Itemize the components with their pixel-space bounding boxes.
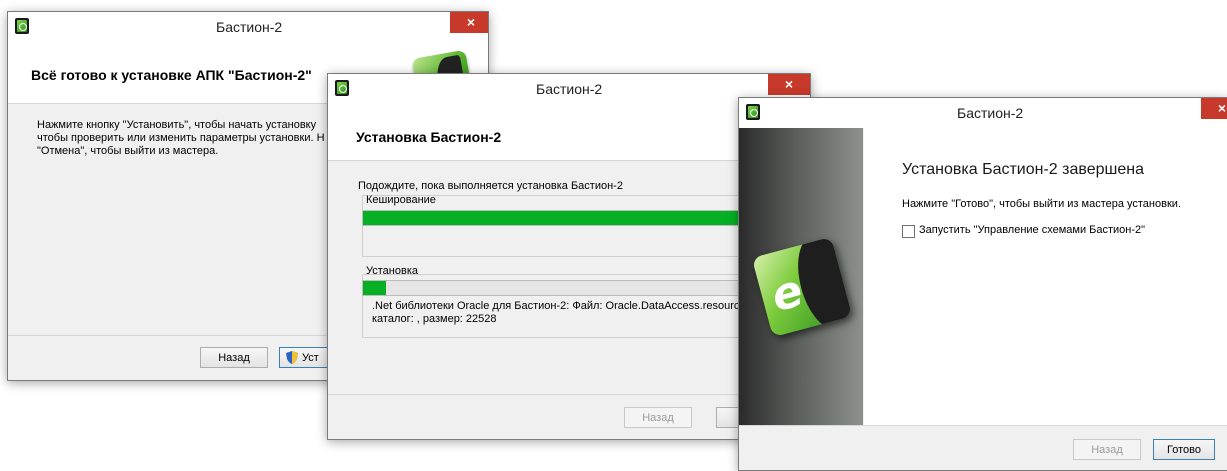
completion-text: Нажмите "Готово", чтобы выйти из мастера…: [902, 198, 1181, 210]
wizard-body: Нажмите кнопку "Установить", чтобы начат…: [37, 119, 337, 158]
body-text-line: Нажмите кнопку "Установить", чтобы начат…: [37, 119, 317, 131]
caching-label: Кеширование: [366, 194, 436, 206]
page-title: Установка Бастион-2: [356, 129, 502, 145]
app-icon: [746, 104, 760, 120]
installer-window-finished: Бастион-2 × e Установка Бастион-2 заверш…: [738, 97, 1227, 471]
detail-line: .Net библиотеки Oracle для Бастион-2: Фа…: [372, 300, 746, 312]
status-text: Подождите, пока выполняется установка Ба…: [358, 180, 623, 192]
back-button[interactable]: Назад: [1073, 439, 1141, 460]
launch-checkbox[interactable]: [902, 225, 915, 238]
finish-button[interactable]: Готово: [1153, 439, 1215, 460]
install-progress-fill: [363, 281, 386, 295]
bastion-logo: e: [751, 236, 853, 338]
completion-heading: Установка Бастион-2 завершена: [902, 161, 1144, 178]
completion-panel: Установка Бастион-2 завершена Нажмите "Г…: [864, 128, 1227, 426]
wizard-footer: Назад Готово: [739, 425, 1227, 470]
launch-checkbox-label[interactable]: Запустить "Управление схемами Бастион-2": [919, 224, 1145, 236]
close-button[interactable]: ×: [450, 12, 488, 33]
detail-line: каталог: , размер: 22528: [372, 313, 497, 325]
install-button-label: Уст: [302, 352, 319, 364]
window-title: Бастион-2: [957, 105, 1024, 121]
window-title: Бастион-2: [536, 81, 603, 97]
back-button[interactable]: Назад: [624, 407, 692, 428]
install-detail: .Net библиотеки Oracle для Бастион-2: Фа…: [372, 300, 746, 326]
shield-icon: [286, 351, 298, 364]
window-title: Бастион-2: [216, 19, 283, 35]
side-banner: e: [739, 128, 863, 470]
back-button[interactable]: Назад: [200, 347, 268, 368]
title-bar[interactable]: Бастион-2 ×: [739, 98, 1227, 128]
close-button[interactable]: ×: [1201, 98, 1227, 119]
body-text-line: "Отмена", чтобы выйти из мастера.: [37, 145, 219, 157]
body-text-line: чтобы проверить или изменить параметры у…: [37, 132, 325, 144]
close-button[interactable]: ×: [768, 74, 810, 95]
page-title: Всё готово к установке АПК "Бастион-2": [31, 67, 312, 83]
title-bar[interactable]: Бастион-2 ×: [8, 12, 488, 42]
install-label: Установка: [366, 265, 418, 277]
app-icon: [335, 80, 349, 96]
app-icon: [15, 18, 29, 34]
